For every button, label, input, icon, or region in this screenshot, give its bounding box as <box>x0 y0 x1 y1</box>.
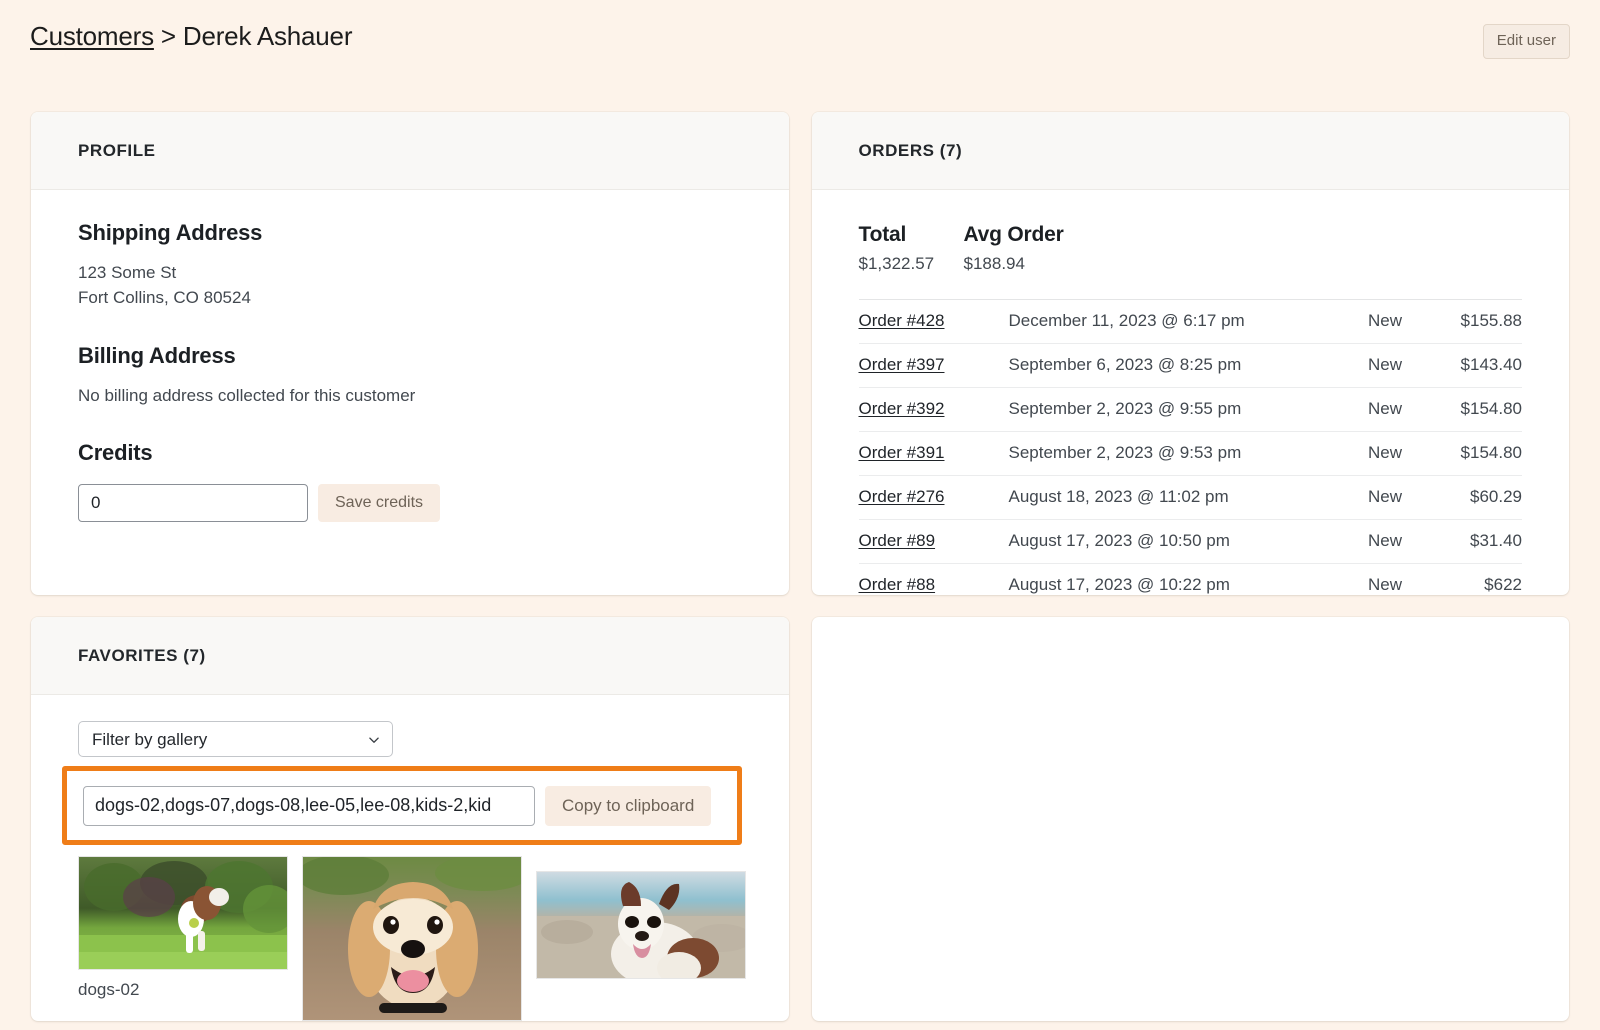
favorite-thumbnail-item[interactable] <box>536 871 746 988</box>
order-date-cell: December 11, 2023 @ 6:17 pm <box>1008 299 1302 344</box>
table-row: Order #428 December 11, 2023 @ 6:17 pm New… <box>858 299 1522 344</box>
order-status-cell: New <box>1302 475 1402 520</box>
favorites-card-title: FAVORITES (7) <box>78 645 206 665</box>
gallery-filter-wrap: Filter by gallery <box>78 721 393 757</box>
order-link[interactable]: Order #392 <box>859 399 945 418</box>
credits-heading: Credits <box>78 440 153 465</box>
orders-total-value: $1,322.57 <box>858 254 935 273</box>
save-credits-button[interactable]: Save credits <box>318 484 441 522</box>
order-date-cell: September 2, 2023 @ 9:53 pm <box>1008 431 1302 476</box>
shipping-address-line1: 123 Some St <box>78 263 177 282</box>
table-row: Order #276 August 18, 2023 @ 11:02 pm New $… <box>858 475 1522 520</box>
order-link[interactable]: Order #89 <box>859 531 936 550</box>
thumbnail-label: dogs-02 <box>78 980 140 999</box>
favorite-ids-input[interactable] <box>83 785 535 826</box>
order-total-cell: $622 <box>1402 563 1522 595</box>
order-link[interactable]: Order #276 <box>859 487 945 506</box>
favorite-thumbnail-item[interactable]: dogs-02 <box>78 856 288 1001</box>
profile-card-header: PROFILE <box>31 112 789 190</box>
cards-row-top: PROFILE Shipping Address 123 Some St For… <box>31 112 1569 595</box>
order-number-cell: Order #89 <box>858 519 1009 564</box>
breadcrumb: Customers > Derek Ashauer <box>30 14 352 53</box>
copy-to-clipboard-button[interactable]: Copy to clipboard <box>545 785 712 826</box>
orders-card-header: ORDERS (7) <box>811 112 1569 190</box>
billing-address-empty-text: No billing address collected for this cu… <box>78 386 416 405</box>
order-number-cell: Order #428 <box>858 299 1009 344</box>
table-row: Order #89 August 17, 2023 @ 10:50 pm New $3… <box>858 519 1522 564</box>
breadcrumb-link-customers[interactable]: Customers <box>30 19 154 53</box>
order-status-cell: New <box>1302 299 1402 344</box>
order-status-cell: New <box>1302 343 1402 388</box>
order-total-cell: $154.80 <box>1402 431 1522 476</box>
order-total-cell: $154.80 <box>1402 387 1522 432</box>
order-status-cell: New <box>1302 387 1402 432</box>
favorite-thumbnail-item[interactable] <box>302 856 522 1030</box>
favorites-card-header: FAVORITES (7) <box>31 617 789 695</box>
page-header: Customers > Derek Ashauer Edit user <box>0 0 1600 72</box>
empty-panel-card <box>811 617 1569 1021</box>
orders-total-stat: Total $1,322.57 <box>859 220 964 278</box>
orders-avg-value: $188.94 <box>963 254 1025 273</box>
thumbnail-image-aussie[interactable] <box>536 871 746 979</box>
thumbnail-image-dogs-02[interactable] <box>78 856 288 970</box>
order-date-cell: September 2, 2023 @ 9:55 pm <box>1008 387 1302 432</box>
orders-avg-stat: Avg Order $188.94 <box>964 220 1064 278</box>
order-total-cell: $155.88 <box>1402 299 1522 344</box>
order-status-cell: New <box>1302 431 1402 476</box>
shipping-address-line2: Fort Collins, CO 80524 <box>78 288 251 307</box>
orders-card: ORDERS (7) Total $1,322.57 Avg Order $18… <box>811 112 1570 595</box>
orders-total-label: Total <box>858 223 907 246</box>
order-link[interactable]: Order #397 <box>859 355 945 374</box>
orders-card-body: Total $1,322.57 Avg Order $188.94 Order … <box>812 190 1570 595</box>
order-date-cell: August 17, 2023 @ 10:50 pm <box>1008 519 1302 564</box>
profile-card-title: PROFILE <box>78 140 156 160</box>
order-total-cell: $143.40 <box>1402 343 1522 388</box>
profile-card-body: Shipping Address 123 Some St Fort Collin… <box>31 190 789 556</box>
billing-address-heading: Billing Address <box>78 343 236 368</box>
copy-ids-highlight-box: Copy to clipboard <box>62 766 742 845</box>
table-row: Order #391 September 2, 2023 @ 9:53 pm New… <box>858 431 1522 476</box>
orders-avg-label: Avg Order <box>963 223 1064 246</box>
breadcrumb-current-customer: Derek Ashauer <box>182 21 353 51</box>
orders-table: Order #428 December 11, 2023 @ 6:17 pm New… <box>858 299 1522 595</box>
favorites-thumbnail-list: dogs-02 <box>78 856 778 1030</box>
orders-summary: Total $1,322.57 Avg Order $188.94 <box>859 220 1523 278</box>
order-link[interactable]: Order #88 <box>859 575 936 594</box>
edit-user-button[interactable]: Edit user <box>1482 24 1570 59</box>
breadcrumb-separator: > <box>160 21 176 51</box>
order-date-cell: September 6, 2023 @ 8:25 pm <box>1008 343 1302 388</box>
orders-table-body: Order #428 December 11, 2023 @ 6:17 pm New… <box>858 299 1522 595</box>
order-number-cell: Order #397 <box>858 343 1009 388</box>
order-total-cell: $31.40 <box>1402 519 1522 564</box>
order-number-cell: Order #392 <box>858 387 1009 432</box>
table-row: Order #392 September 2, 2023 @ 9:55 pm New… <box>858 387 1522 432</box>
favorites-card-body: Filter by gallery <box>31 695 789 757</box>
order-link[interactable]: Order #391 <box>859 443 945 462</box>
order-link[interactable]: Order #428 <box>859 311 945 330</box>
credits-row: Save credits <box>78 484 742 522</box>
order-number-cell: Order #391 <box>858 431 1009 476</box>
table-row: Order #88 August 17, 2023 @ 10:22 pm New $6… <box>858 563 1522 595</box>
thumbnail-image-beagle[interactable] <box>302 856 522 1021</box>
order-date-cell: August 17, 2023 @ 10:22 pm <box>1008 563 1302 595</box>
order-number-cell: Order #276 <box>858 475 1009 520</box>
credits-input[interactable] <box>78 484 308 522</box>
shipping-address-heading: Shipping Address <box>78 220 263 245</box>
profile-card: PROFILE Shipping Address 123 Some St For… <box>31 112 789 595</box>
order-date-cell: August 18, 2023 @ 11:02 pm <box>1008 475 1302 520</box>
order-number-cell: Order #88 <box>858 563 1009 595</box>
gallery-filter-select[interactable]: Filter by gallery <box>78 721 393 757</box>
table-row: Order #397 September 6, 2023 @ 8:25 pm New… <box>858 343 1522 388</box>
order-total-cell: $60.29 <box>1402 475 1522 520</box>
orders-card-title: ORDERS (7) <box>858 140 963 160</box>
order-status-cell: New <box>1302 563 1402 595</box>
order-status-cell: New <box>1302 519 1402 564</box>
